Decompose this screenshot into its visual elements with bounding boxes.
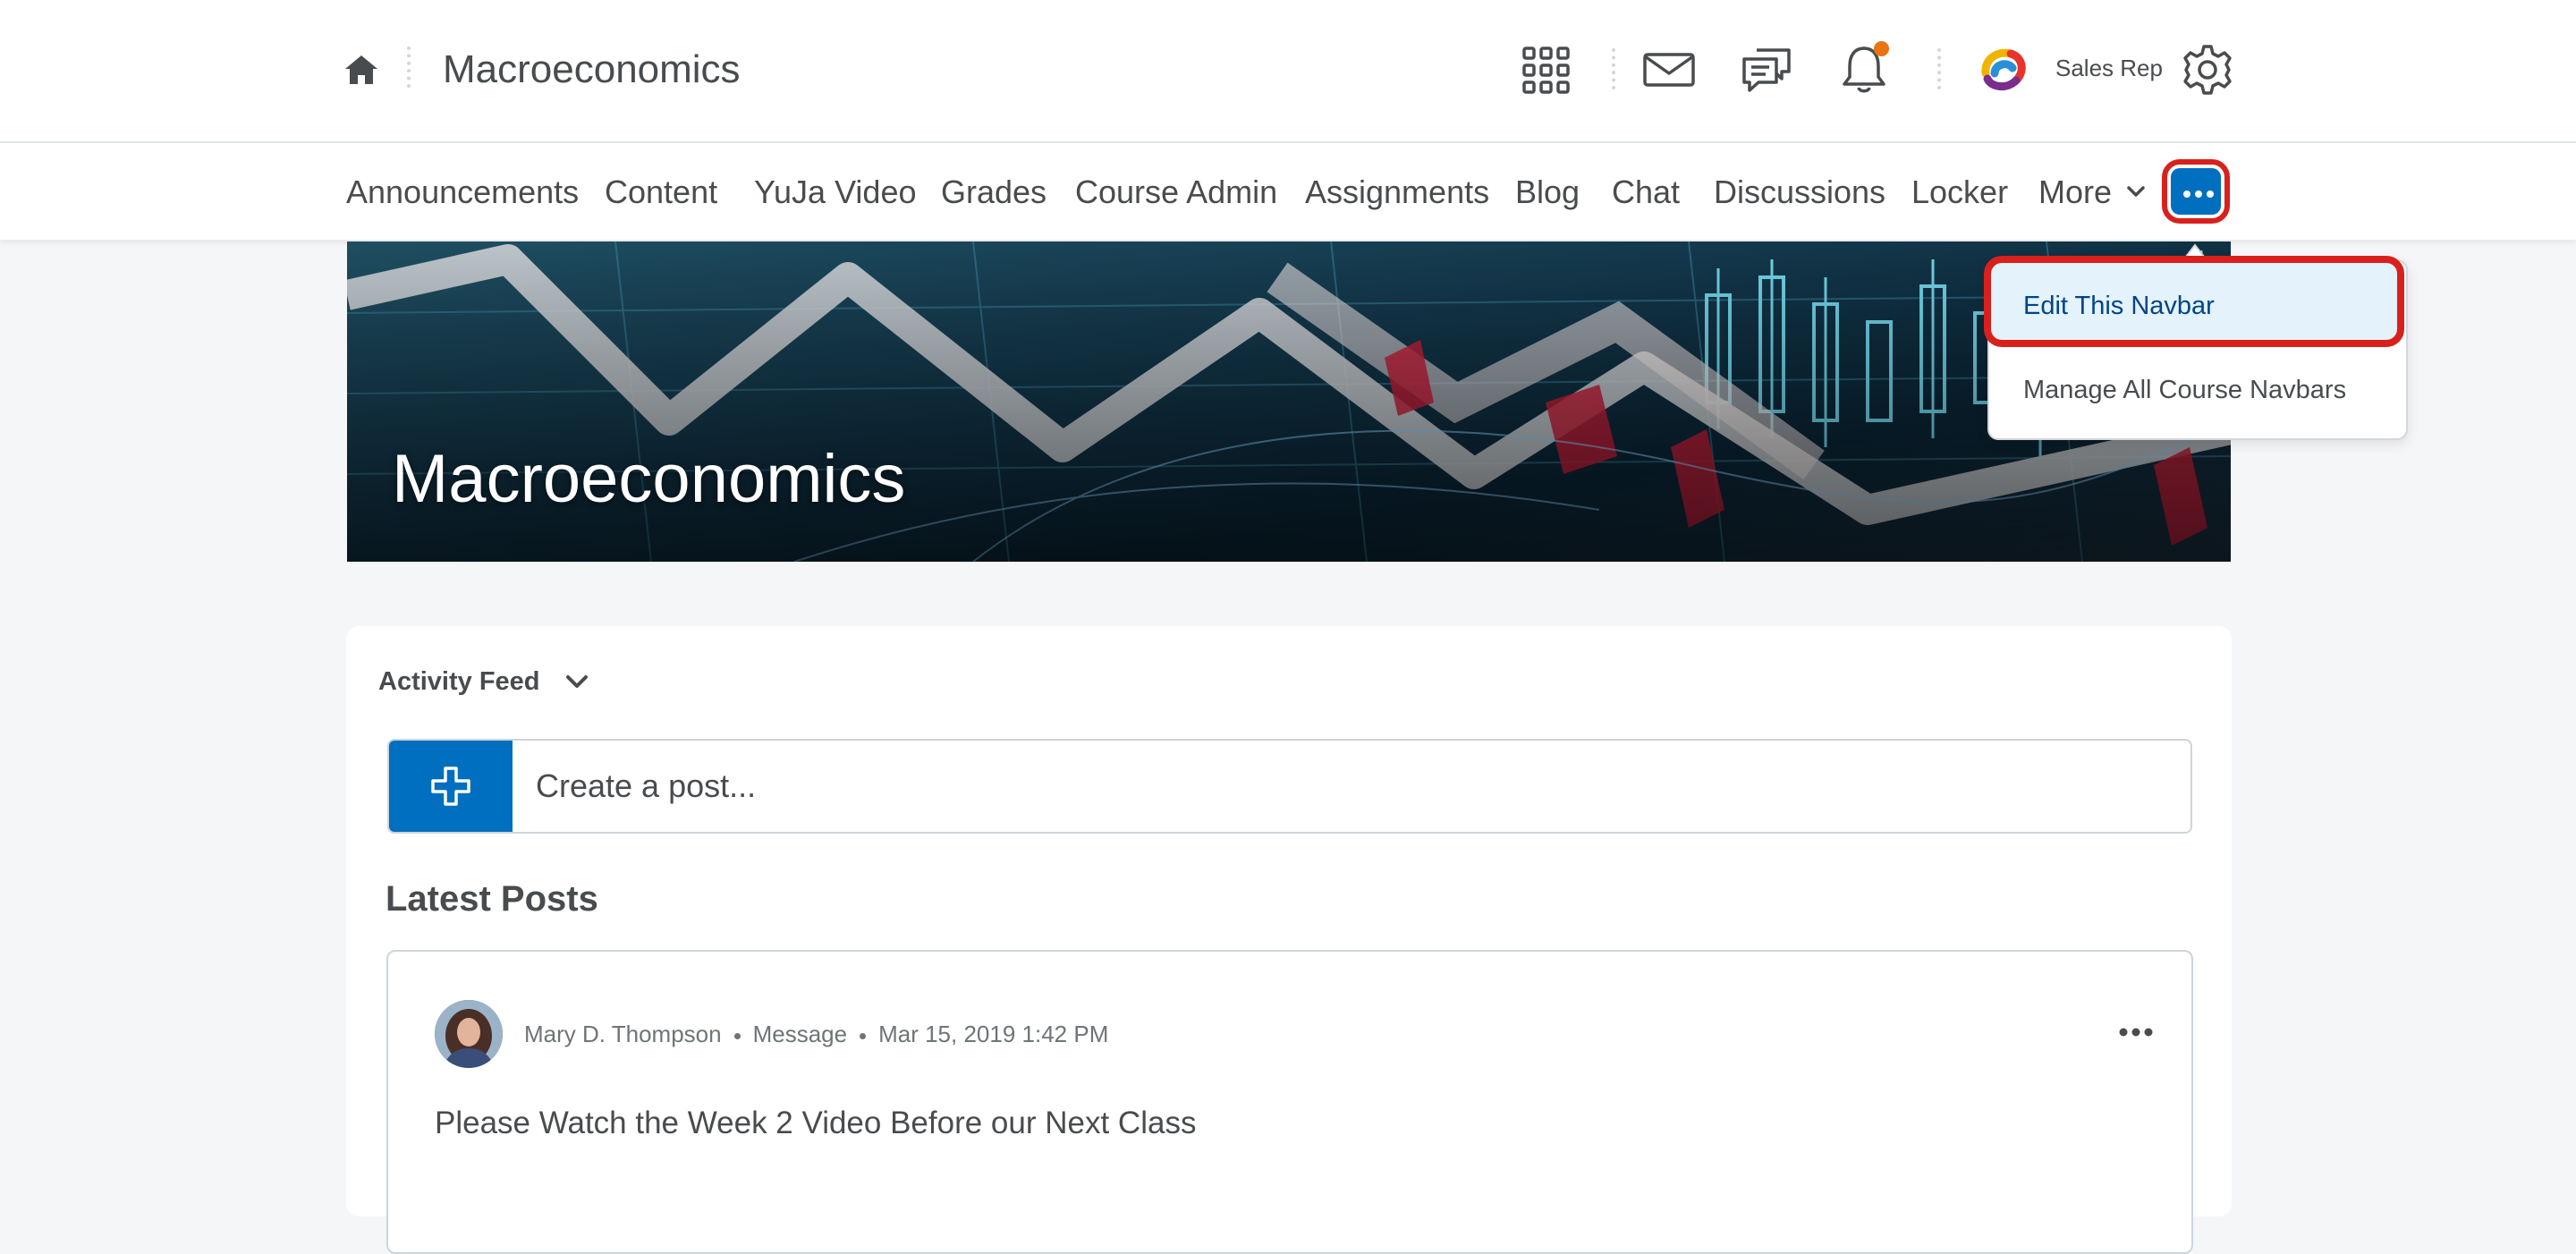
course-banner: Macroeconomics: [347, 241, 2231, 562]
gear-icon[interactable]: [2179, 41, 2236, 98]
post-card: Mary D. Thompson Message Mar 15, 2019 1:42…: [386, 950, 2193, 1254]
nav-item-more[interactable]: More: [2038, 168, 2112, 216]
more-options-icon[interactable]: [2118, 1027, 2154, 1038]
banner-title: Macroeconomics: [392, 441, 906, 517]
post-date: Mar 15, 2019 1:42 PM: [878, 1021, 1109, 1047]
create-post-box[interactable]: Create a post...: [387, 739, 2192, 834]
navbar-options-dropdown: Edit This Navbar Manage All Course Navba…: [1984, 256, 2408, 440]
post-author[interactable]: Mary D. Thompson: [524, 1021, 722, 1047]
waffle-grid-icon[interactable]: [1517, 41, 1574, 98]
chevron-down-icon[interactable]: [2126, 184, 2146, 199]
notification-dot: [1874, 41, 1889, 56]
create-post-button[interactable]: [389, 741, 513, 832]
post-type: Message: [752, 1021, 848, 1047]
course-title[interactable]: Macroeconomics: [443, 43, 741, 97]
nav-item-discussions[interactable]: Discussions: [1714, 168, 1885, 216]
home-icon[interactable]: [342, 50, 381, 89]
activity-feed-title: Activity Feed: [378, 667, 540, 696]
nav-item-blog[interactable]: Blog: [1515, 168, 1580, 216]
user-name[interactable]: Sales Rep: [2055, 52, 2163, 84]
nav-item-yuja-video[interactable]: YuJa Video: [754, 168, 917, 216]
post-title[interactable]: Please Watch the Week 2 Video Before our…: [435, 1102, 1196, 1145]
create-post-placeholder[interactable]: Create a post...: [536, 766, 756, 807]
org-logo-icon[interactable]: [1975, 41, 2032, 98]
nav-item-assignments[interactable]: Assignments: [1305, 168, 1489, 216]
plus-icon: [431, 767, 470, 806]
menu-item-manage-navbars[interactable]: Manage All Course Navbars: [2023, 372, 2346, 408]
post-meta: Mary D. Thompson Message Mar 15, 2019 1:42…: [524, 1018, 1108, 1050]
header-divider: [1612, 48, 1615, 89]
meta-separator: [860, 1032, 867, 1039]
activity-feed-widget: Activity Feed Create a post... Latest Po…: [346, 626, 2232, 1254]
header-divider: [1937, 48, 1941, 89]
header-divider: [407, 47, 411, 88]
nav-item-chat[interactable]: Chat: [1612, 168, 1680, 216]
navbar-overflow-button[interactable]: [2162, 159, 2230, 224]
chat-bubbles-icon[interactable]: [1739, 41, 1796, 98]
overflow-button-fill: [2171, 168, 2221, 215]
menu-item-edit-navbar[interactable]: Edit This Navbar: [1984, 256, 2404, 347]
nav-item-announcements[interactable]: Announcements: [346, 168, 579, 216]
latest-posts-heading: Latest Posts: [386, 879, 598, 919]
mail-icon[interactable]: [1640, 41, 1698, 98]
top-header: Macroeconomics Sales Rep: [0, 0, 2576, 143]
nav-item-locker[interactable]: Locker: [1911, 168, 2008, 216]
nav-item-content[interactable]: Content: [605, 168, 717, 216]
nav-item-course-admin[interactable]: Course Admin: [1075, 168, 1277, 216]
chevron-down-icon[interactable]: [564, 673, 589, 691]
menu-item-label: Edit This Navbar: [2023, 292, 2215, 320]
avatar[interactable]: [435, 1000, 503, 1068]
ellipsis-icon: [2183, 191, 2214, 198]
meta-separator: [733, 1032, 741, 1039]
nav-item-grades[interactable]: Grades: [941, 168, 1046, 216]
